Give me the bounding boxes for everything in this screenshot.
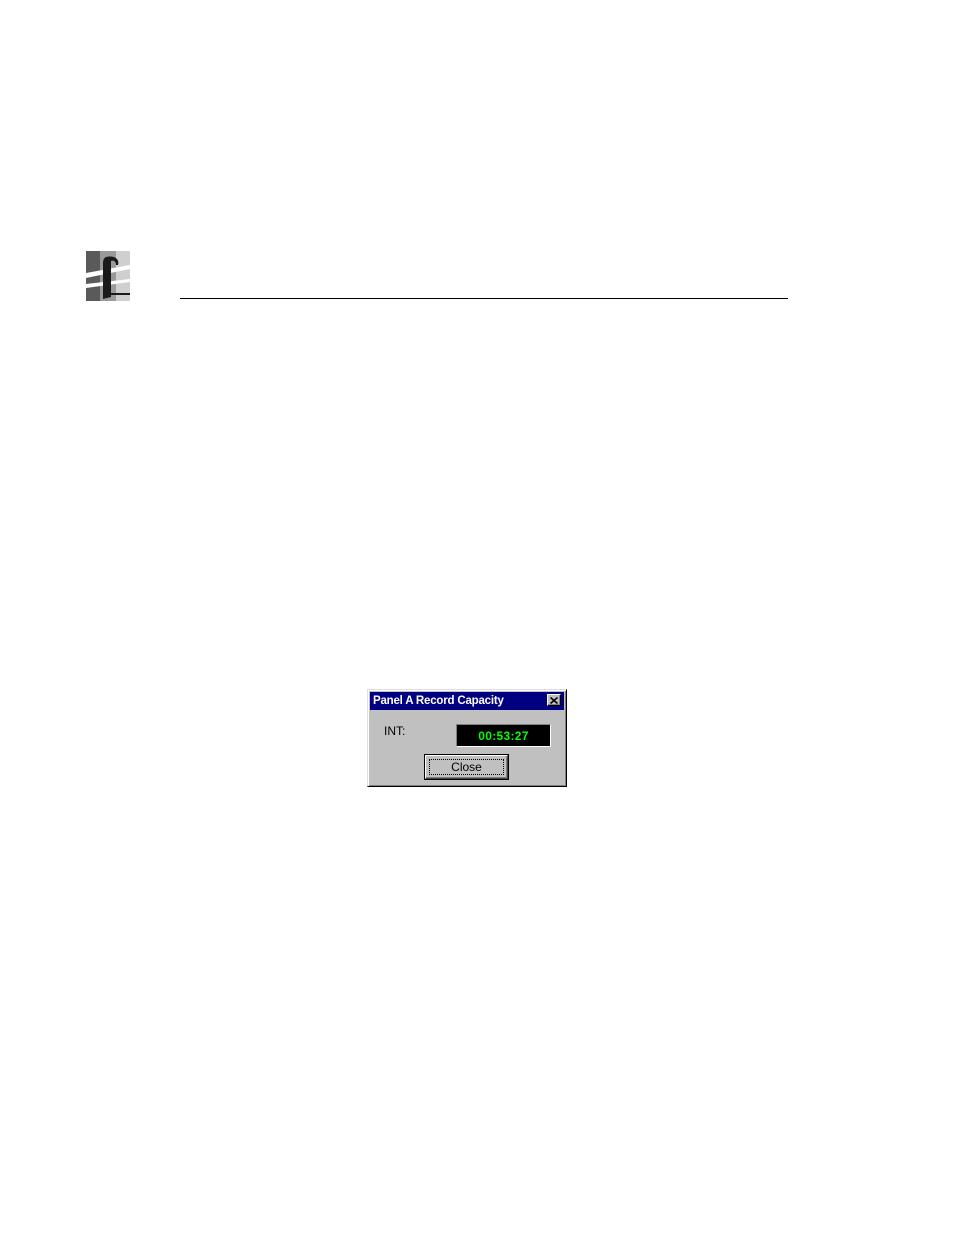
header-rule — [180, 298, 788, 299]
record-capacity-timecode: 00:53:27 — [456, 724, 551, 747]
manual-page: Panel A Record Capacity INT: 00:53:27 Cl… — [0, 0, 954, 1235]
close-button[interactable]: Close — [424, 754, 509, 780]
dialog-titlebar[interactable]: Panel A Record Capacity — [370, 692, 564, 710]
int-label: INT: — [384, 724, 406, 738]
grass-valley-logo-icon — [86, 251, 130, 301]
record-capacity-dialog: Panel A Record Capacity INT: 00:53:27 Cl… — [367, 689, 567, 787]
close-button-label: Close — [451, 760, 482, 774]
dialog-title: Panel A Record Capacity — [373, 695, 504, 707]
close-icon[interactable] — [547, 694, 561, 706]
